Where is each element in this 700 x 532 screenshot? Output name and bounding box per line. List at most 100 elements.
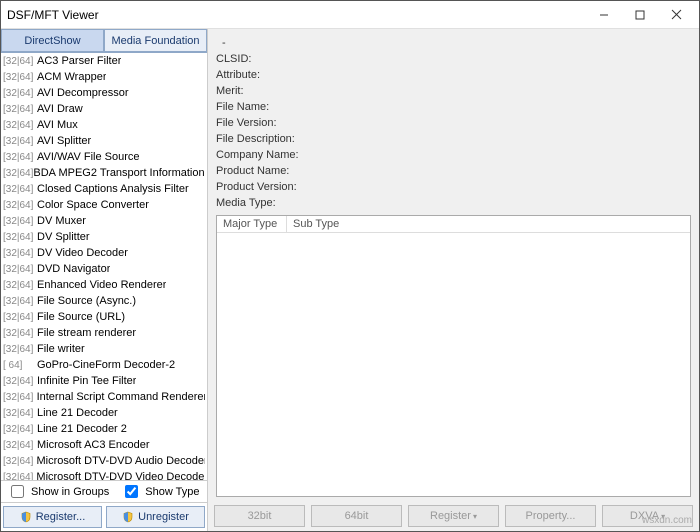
register-button[interactable]: Register... — [3, 506, 102, 528]
filter-name: GoPro-CineForm Decoder-2 — [37, 359, 175, 371]
filter-name: BDA MPEG2 Transport Information Filter — [33, 167, 205, 179]
show-in-groups-checkbox[interactable]: Show in Groups — [7, 482, 109, 501]
chevron-down-icon: ▾ — [473, 512, 477, 521]
list-item[interactable]: [32|64]AVI Draw — [1, 101, 207, 117]
label-mediatype: Media Type: — [216, 195, 691, 211]
filter-list[interactable]: [32|64]AC3 Parser Filter[32|64]ACM Wrapp… — [1, 53, 207, 481]
left-buttons: Register... Unregister — [1, 503, 207, 531]
bits-label: [32|64] — [3, 264, 37, 275]
detail-title: - — [216, 35, 691, 51]
label-merit: Merit: — [216, 83, 691, 99]
filter-name: File Source (URL) — [37, 311, 125, 323]
label-product: Product Name: — [216, 163, 691, 179]
filter-name: AVI Draw — [37, 103, 83, 115]
btn-register[interactable]: Register▾ — [408, 505, 499, 527]
maximize-icon — [635, 10, 645, 20]
list-item[interactable]: [32|64]Color Space Converter — [1, 197, 207, 213]
list-item[interactable]: [32|64]Closed Captions Analysis Filter — [1, 181, 207, 197]
tab-mediafoundation[interactable]: Media Foundation — [104, 29, 207, 52]
btn-64bit[interactable]: 64bit — [311, 505, 402, 527]
bits-label: [32|64] — [3, 344, 37, 355]
list-item[interactable]: [32|64]Microsoft DTV-DVD Video Decoder — [1, 469, 207, 481]
filter-name: ACM Wrapper — [37, 71, 106, 83]
list-item[interactable]: [32|64]AVI Mux — [1, 117, 207, 133]
label-company: Company Name: — [216, 147, 691, 163]
bits-label: [32|64] — [3, 280, 37, 291]
list-item[interactable]: [32|64]File writer — [1, 341, 207, 357]
titlebar: DSF/MFT Viewer — [1, 1, 699, 29]
bits-label: [32|64] — [3, 328, 37, 339]
list-item[interactable]: [32|64]Microsoft AC3 Encoder — [1, 437, 207, 453]
bits-label: [32|64] — [3, 440, 37, 451]
list-item[interactable]: [32|64]ACM Wrapper — [1, 69, 207, 85]
show-type-checkbox[interactable]: Show Type — [121, 482, 199, 501]
chevron-down-icon: ▾ — [661, 512, 665, 521]
filter-name: DV Muxer — [37, 215, 86, 227]
filter-name: Color Space Converter — [37, 199, 149, 211]
list-item[interactable]: [32|64]DV Muxer — [1, 213, 207, 229]
show-in-groups-input[interactable] — [11, 485, 24, 498]
bits-label: [32|64] — [3, 56, 37, 67]
list-item[interactable]: [32|64]DVD Navigator — [1, 261, 207, 277]
bits-label: [32|64] — [3, 168, 33, 179]
list-item[interactable]: [32|64]DV Video Decoder — [1, 245, 207, 261]
right-buttons: 32bit 64bit Register▾ Property... DXVA▾ — [208, 501, 699, 531]
app-window: DSF/MFT Viewer DirectShow Media Foundati… — [0, 0, 700, 532]
bits-label: [32|64] — [3, 88, 37, 99]
label-clsid: CLSID: — [216, 51, 691, 67]
btn-32bit[interactable]: 32bit — [214, 505, 305, 527]
bits-label: [32|64] — [3, 472, 36, 482]
list-item[interactable]: [32|64]File Source (URL) — [1, 309, 207, 325]
filter-name: Line 21 Decoder 2 — [37, 423, 127, 435]
list-item[interactable]: [32|64]Microsoft DTV-DVD Audio Decoder — [1, 453, 207, 469]
list-item[interactable]: [32|64]DV Splitter — [1, 229, 207, 245]
col-sub-type: Sub Type — [287, 216, 345, 232]
filter-name: Microsoft AC3 Encoder — [37, 439, 150, 451]
filter-name: Closed Captions Analysis Filter — [37, 183, 189, 195]
filter-name: File stream renderer — [37, 327, 136, 339]
bits-label: [32|64] — [3, 184, 37, 195]
tab-directshow[interactable]: DirectShow — [1, 29, 104, 52]
filter-name: File Source (Async.) — [37, 295, 136, 307]
list-item[interactable]: [32|64]Infinite Pin Tee Filter — [1, 373, 207, 389]
btn-property[interactable]: Property... — [505, 505, 596, 527]
bits-label: [32|64] — [3, 312, 37, 323]
bits-label: [32|64] — [3, 456, 36, 467]
unregister-button[interactable]: Unregister — [106, 506, 205, 528]
tab-bar: DirectShow Media Foundation — [1, 29, 207, 53]
media-type-header: Major Type Sub Type — [217, 216, 690, 233]
list-item[interactable]: [32|64]File Source (Async.) — [1, 293, 207, 309]
window-title: DSF/MFT Viewer — [7, 8, 585, 22]
filter-name: AVI Mux — [37, 119, 78, 131]
label-attribute: Attribute: — [216, 67, 691, 83]
list-item[interactable]: [32|64]Enhanced Video Renderer — [1, 277, 207, 293]
show-type-input[interactable] — [125, 485, 138, 498]
btn-dxva[interactable]: DXVA▾ — [602, 505, 693, 527]
maximize-button[interactable] — [623, 4, 657, 26]
bits-label: [32|64] — [3, 200, 37, 211]
list-item[interactable]: [32|64]AVI Decompressor — [1, 85, 207, 101]
minimize-icon — [599, 10, 609, 20]
list-item[interactable]: [32|64]Line 21 Decoder 2 — [1, 421, 207, 437]
list-item[interactable]: [32|64]BDA MPEG2 Transport Information F… — [1, 165, 207, 181]
minimize-button[interactable] — [587, 4, 621, 26]
list-item[interactable]: [ 64]GoPro-CineForm Decoder-2 — [1, 357, 207, 373]
right-panel: - CLSID: Attribute: Merit: File Name: Fi… — [208, 29, 699, 531]
filter-name: File writer — [37, 343, 85, 355]
detail-header: - CLSID: Attribute: Merit: File Name: Fi… — [208, 29, 699, 211]
list-item[interactable]: [32|64]AVI Splitter — [1, 133, 207, 149]
col-major-type: Major Type — [217, 216, 287, 232]
bits-label: [32|64] — [3, 392, 37, 403]
list-item[interactable]: [32|64]AVI/WAV File Source — [1, 149, 207, 165]
bits-label: [32|64] — [3, 136, 37, 147]
bits-label: [32|64] — [3, 216, 37, 227]
bits-label: [32|64] — [3, 152, 37, 163]
filter-name: Microsoft DTV-DVD Video Decoder — [36, 471, 205, 481]
list-item[interactable]: [32|64]Line 21 Decoder — [1, 405, 207, 421]
close-button[interactable] — [659, 4, 693, 26]
shield-icon — [122, 511, 134, 523]
list-item[interactable]: [32|64]File stream renderer — [1, 325, 207, 341]
list-item[interactable]: [32|64]AC3 Parser Filter — [1, 53, 207, 69]
options-bar: Show in Groups Show Type — [1, 481, 207, 503]
list-item[interactable]: [32|64]Internal Script Command Renderer — [1, 389, 207, 405]
